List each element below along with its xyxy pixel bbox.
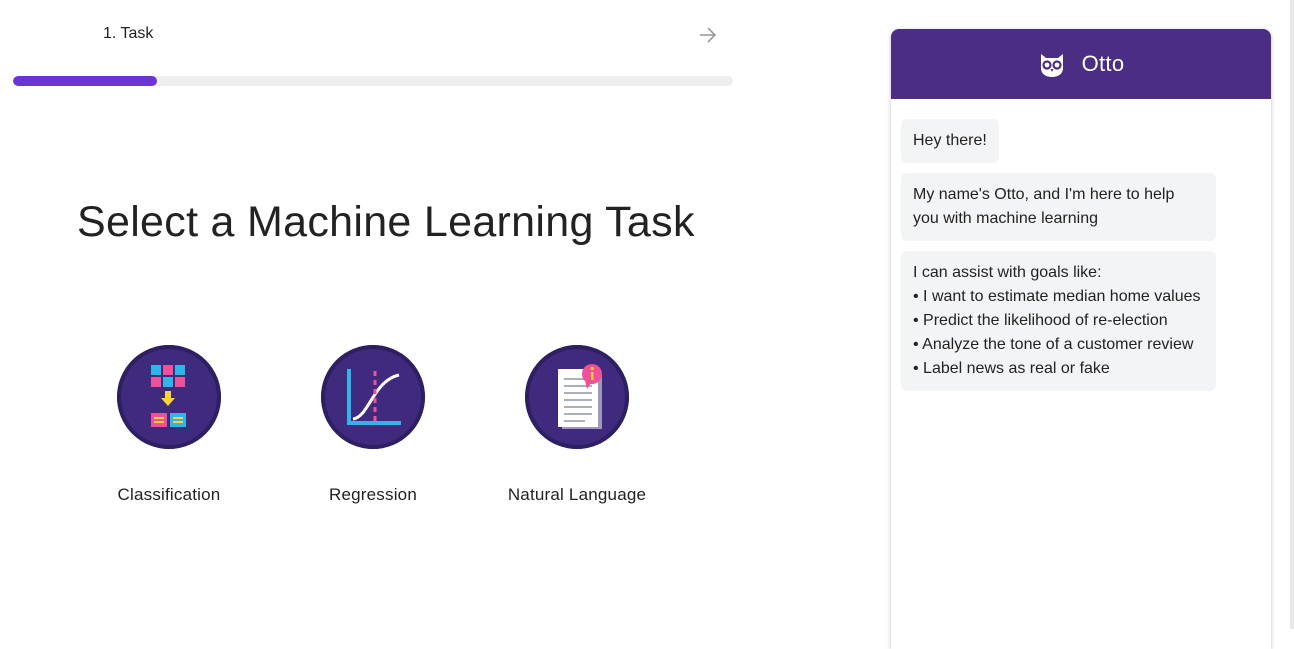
task-label-classification: Classification [117, 485, 221, 504]
task-card-regression[interactable]: Regression [288, 345, 458, 505]
natural-language-icon [525, 345, 629, 449]
chat-panel: Otto Hey there! My name's Otto, and I'm … [891, 29, 1271, 649]
goal-item: • Predict the likelihood of re-election [913, 312, 1168, 329]
chat-message-intro: My name's Otto, and I'm here to help you… [901, 173, 1216, 241]
arrow-right-icon [700, 27, 717, 43]
task-card-natural-language[interactable]: Natural Language [492, 345, 662, 505]
task-card-classification[interactable]: Classification [84, 345, 254, 505]
goals-heading: I can assist with goals like: [913, 264, 1102, 281]
progress-bar-fill [13, 76, 157, 86]
goal-item: • Label news as real or fake [913, 360, 1110, 377]
step-label: 1. Task [103, 25, 154, 42]
chat-message-greeting: Hey there! [901, 119, 999, 163]
classification-icon [117, 345, 221, 449]
chat-message-goals: I can assist with goals like: • I want t… [901, 251, 1216, 391]
next-step-button[interactable] [697, 24, 719, 46]
progress-bar [13, 76, 733, 86]
page-title: Select a Machine Learning Task [77, 198, 695, 246]
task-selection-panel: 1. Task Select a Machine Learning Task C… [0, 0, 880, 629]
goal-item: • I want to estimate median home values [913, 288, 1201, 305]
owl-icon [1040, 54, 1063, 77]
chat-messages: Hey there! My name's Otto, and I'm here … [891, 99, 1271, 421]
task-label-natural-language: Natural Language [507, 485, 647, 504]
task-label-regression: Regression [329, 485, 417, 504]
chat-header: Otto [891, 29, 1271, 99]
chat-title: Otto [1081, 51, 1125, 76]
page-scrollbar[interactable] [1290, 0, 1294, 629]
goal-item: • Analyze the tone of a customer review [913, 336, 1194, 353]
regression-icon [321, 345, 425, 449]
